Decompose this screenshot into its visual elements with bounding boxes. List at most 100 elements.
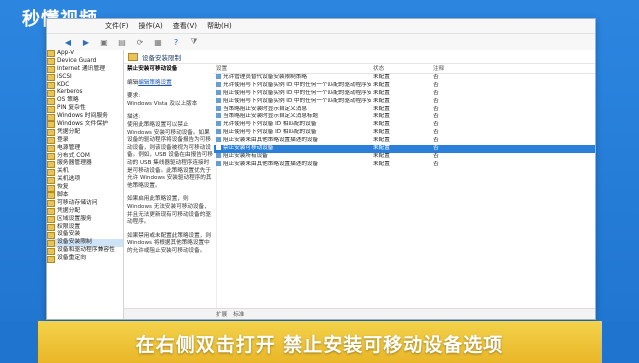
folder-icon <box>47 74 55 82</box>
tree-item-label: 凭据分配 <box>57 128 81 135</box>
export-icon[interactable]: ▦ <box>151 36 165 49</box>
comment-cell: 否 <box>433 145 439 152</box>
tree-item[interactable]: iSCSI <box>47 74 123 82</box>
table-row[interactable]: 当策略阻止安装时显示自定义消息 未配置 否 <box>214 105 595 114</box>
tree-item[interactable]: 登录 <box>47 137 123 145</box>
toolbar: ◀ ▶ ▣ ▤ ⟳ ▦ ? ⧩ <box>47 34 595 51</box>
tab-extended[interactable]: 扩展 <box>216 310 227 318</box>
show-hide-icon[interactable]: ▤ <box>115 36 129 49</box>
menu-view[interactable]: 查看(V) <box>173 21 197 31</box>
table-row[interactable]: 阻止使用与下列设备实例 ID 中的任何一个匹配的驱动程序安装设备未配置 否 <box>214 97 595 106</box>
table-row[interactable]: 阻止安装未由其他策略设置描述的设备 未配置 否 <box>214 160 595 169</box>
tree-item[interactable]: App-V <box>47 50 123 58</box>
table-row[interactable]: 允许管理员替代设备安装限制策略 未配置 否 <box>214 74 595 82</box>
column-comment[interactable]: 注释 <box>431 64 595 73</box>
requirements-label: 要求: <box>127 93 141 100</box>
table-row[interactable]: 阻止使用与下列设备 ID 相匹配的设备 未配置 否 <box>214 129 595 137</box>
tree-item[interactable]: 凭据分配 <box>47 208 123 216</box>
tree-item[interactable]: 电源管理 <box>47 145 123 153</box>
forward-arrow-icon[interactable]: ▶ <box>79 36 93 49</box>
tree-item[interactable]: 设备和驱动程序兼容性 <box>47 247 123 255</box>
edit-policy-link[interactable]: 编辑策略设置 <box>138 80 172 86</box>
state-cell: 未配置 <box>373 145 390 152</box>
setting-name: 允许使用与下列设备 ID 相匹配的设备 <box>223 121 317 128</box>
setting-name: 阻止安装未由其他策略设置描述的设备 <box>223 137 319 144</box>
table-row[interactable]: 阻止使用与下列设备实例 ID 中的任何一个匹配的驱动程序安装设备未配置 否 <box>214 89 595 98</box>
folder-icon <box>47 58 55 66</box>
setting-name: 阻止使用与下列设备实例 ID 中的任何一个匹配的驱动程序安装设备 <box>223 97 371 104</box>
policy-setting-icon <box>216 89 221 95</box>
folder-icon <box>47 255 55 263</box>
setting-name: 阻止使用与下列设备 ID 相匹配的设备 <box>223 129 317 136</box>
table-row[interactable]: 阻止安装所有设备 未配置 否 <box>214 152 595 161</box>
table-row[interactable]: 允许使用与下列设备 ID 相匹配的设备 未配置 否 <box>214 121 595 129</box>
setting-name: 阻止使用与下列设备实例 ID 中的任何一个匹配的驱动程序安装设备 <box>223 89 371 96</box>
policy-setting-icon <box>216 121 221 127</box>
tree-item[interactable]: PIN 复杂性 <box>47 105 123 113</box>
folder-icon <box>128 52 138 61</box>
setting-name: 禁止安装可移动设备 <box>223 145 274 152</box>
up-folder-icon[interactable]: ▣ <box>97 36 111 49</box>
tab-standard[interactable]: 标准 <box>233 310 244 318</box>
state-cell: 未配置 <box>373 74 390 80</box>
setting-name: 当策略阻止安装时显示自定义消息标题 <box>223 113 319 120</box>
state-cell: 未配置 <box>373 160 390 167</box>
tree-item-label: 电源管理 <box>57 144 81 151</box>
table-row[interactable]: 阻止安装未由其他策略设置描述的设备 未配置 否 <box>214 137 595 145</box>
folder-icon <box>47 200 55 208</box>
menu-file[interactable]: 文件(F) <box>105 21 129 31</box>
folder-icon <box>47 129 55 137</box>
tree-item-label: 设备和驱动程序兼容性 <box>57 247 115 254</box>
state-cell: 未配置 <box>373 113 390 120</box>
settings-list: 设置 状态 注释 允许管理员替代设备安装限制策略 未配置否允许使用与下列设备实例 … <box>214 64 595 319</box>
help-icon[interactable]: ? <box>169 36 183 49</box>
comment-cell: 否 <box>433 129 439 136</box>
policy-setting-icon <box>216 113 221 119</box>
policy-setting-icon <box>216 74 221 79</box>
folder-icon <box>47 247 55 255</box>
policy-setting-icon <box>216 145 221 151</box>
setting-cell: 阻止安装未由其他策略设置描述的设备 <box>214 137 371 145</box>
tree-item-label: Device Guard <box>57 57 97 64</box>
tree-item[interactable]: 可移动存储访问 <box>47 200 123 208</box>
folder-icon <box>47 239 55 247</box>
tree-item[interactable]: 恢复 <box>47 184 123 192</box>
refresh-icon[interactable]: ⟳ <box>133 36 147 49</box>
tree-item-label: iSCSI <box>57 73 72 80</box>
setting-cell: 阻止使用与下列设备 ID 相匹配的设备 <box>214 129 371 137</box>
tree-item-label: PIN 复杂性 <box>57 105 86 112</box>
tree-item[interactable]: 设备重定向 <box>47 255 123 263</box>
folder-icon <box>47 97 55 105</box>
tree-item[interactable]: 凭据分配 <box>47 129 123 137</box>
tree-item[interactable]: 区域设置服务 <box>47 216 123 224</box>
policy-title: 禁止安装可移动设备 <box>127 66 178 72</box>
setting-cell: 允许管理员替代设备安装限制策略 <box>214 74 371 82</box>
tree-item[interactable]: Device Guard <box>47 58 123 66</box>
state-cell: 未配置 <box>373 105 390 112</box>
tree-item[interactable]: Internet 通讯管理 <box>47 66 123 74</box>
tree-item[interactable]: 脚本 <box>47 192 123 200</box>
tree-item[interactable]: KDC <box>47 82 123 90</box>
filter-icon[interactable]: ⧩ <box>187 36 201 49</box>
setting-name: 阻止安装所有设备 <box>223 152 268 159</box>
menu-action[interactable]: 操作(A) <box>139 21 163 31</box>
policy-tree[interactable]: App-V Device Guard Internet 通讯管理 iSCSI KDC Ke… <box>47 50 124 319</box>
list-header: 设置 状态 注释 <box>214 64 595 74</box>
table-row[interactable]: 当策略阻止安装时显示自定义消息标题 未配置 否 <box>214 113 595 121</box>
tree-item[interactable]: 关机选项 <box>47 176 123 184</box>
state-cell: 未配置 <box>373 89 390 96</box>
folder-icon <box>47 113 55 121</box>
menu-help[interactable]: 帮助(H) <box>207 21 232 31</box>
column-setting[interactable]: 设置 <box>214 64 371 73</box>
folder-icon <box>47 145 55 153</box>
back-arrow-icon[interactable]: ◀ <box>61 36 75 49</box>
state-cell: 未配置 <box>373 152 390 159</box>
column-state[interactable]: 状态 <box>371 64 431 73</box>
table-row[interactable]: 禁止安装可移动设备 未配置 否 <box>214 145 595 153</box>
tree-item[interactable]: Windows 文件保护 <box>47 121 123 129</box>
table-row[interactable]: 允许使用与下列设备实例 ID 中的任何一个匹配的驱动程序安装设备未配置 否 <box>214 81 595 90</box>
policy-setting-icon <box>216 97 221 103</box>
folder-icon <box>47 153 55 161</box>
tree-item[interactable]: Windows 时间服务 <box>47 113 123 121</box>
tree-item-label: 脚本 <box>57 192 69 199</box>
